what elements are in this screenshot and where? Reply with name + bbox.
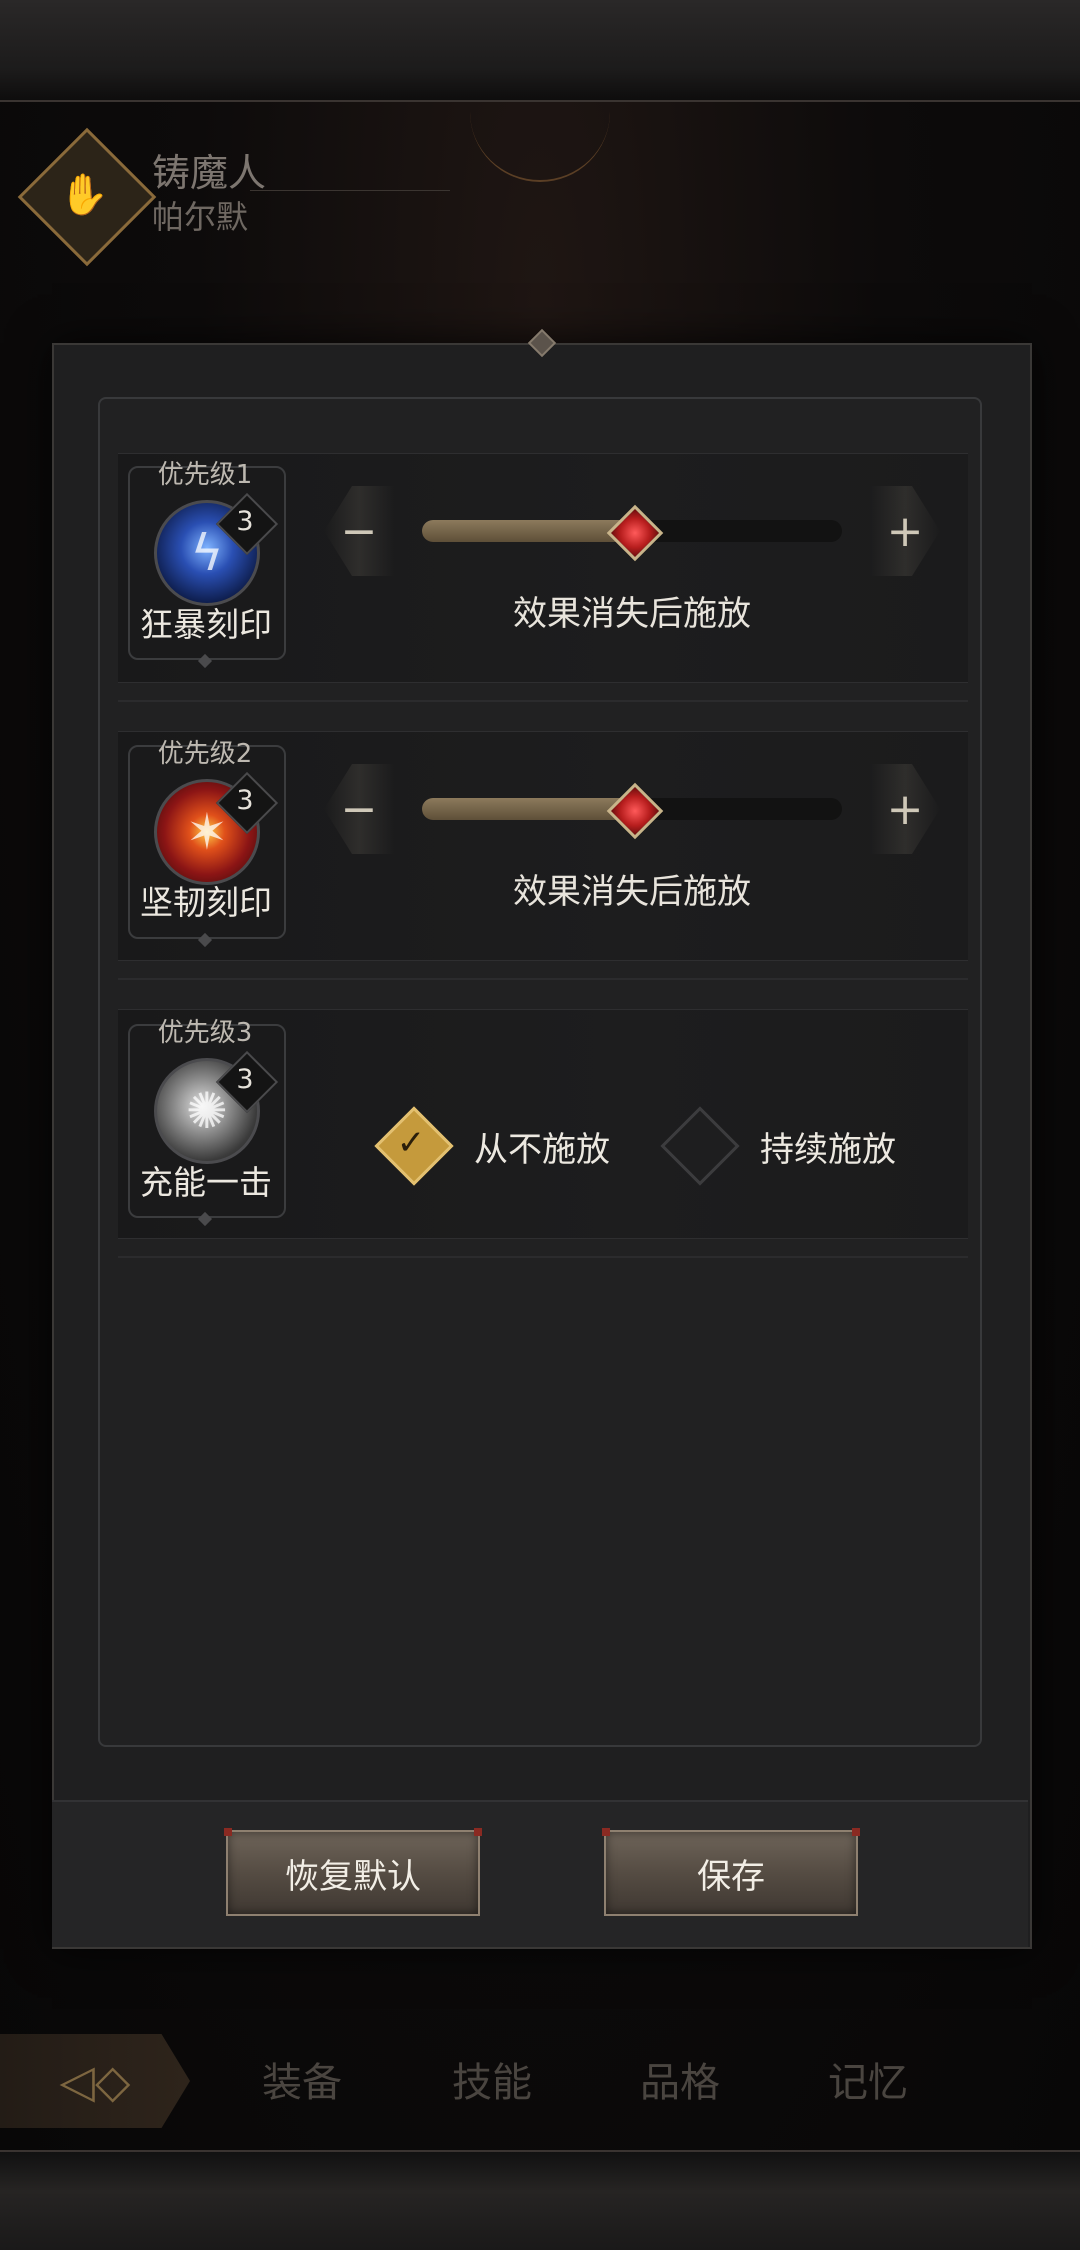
skill-name: 充能一击	[140, 1163, 272, 1202]
slider-fill	[422, 798, 632, 820]
dialog-footer	[52, 1800, 1028, 1947]
nav-tab-character[interactable]: 品格	[640, 2050, 720, 2108]
row-divider	[118, 978, 968, 980]
option-label[interactable]: 持续施放	[760, 1122, 896, 1171]
skill-level: 3	[236, 1064, 254, 1095]
skill-name: 坚韧刻印	[140, 883, 272, 922]
skill-level: 3	[236, 785, 254, 816]
reset-default-button[interactable]: 恢复默认	[224, 1828, 482, 1916]
cast-condition: 效果消失后施放	[513, 872, 751, 912]
character-name: 帕尔默	[152, 198, 249, 236]
cast-condition: 效果消失后施放	[513, 594, 751, 634]
save-button[interactable]: 保存	[602, 1828, 860, 1916]
priority-label: 优先级2	[157, 739, 253, 769]
back-arrow-icon: ◁◇	[59, 2054, 131, 2108]
back-button[interactable]: ◁◇	[0, 2034, 190, 2128]
priority-label: 优先级1	[157, 460, 253, 490]
checkmark-icon: ✓	[396, 1123, 426, 1163]
option-label[interactable]: 从不施放	[474, 1122, 610, 1171]
priority-label: 优先级3	[157, 1018, 253, 1048]
character-class: 铸魔人	[152, 151, 267, 195]
slider-fill	[422, 520, 632, 542]
plus-icon: +	[886, 783, 924, 835]
divider	[250, 190, 450, 191]
top-frame	[0, 0, 1080, 102]
plus-icon: +	[886, 505, 924, 557]
row-divider	[118, 1256, 968, 1258]
bottom-frame	[0, 2150, 1080, 2250]
skill-level: 3	[236, 506, 254, 537]
row-divider	[118, 700, 968, 702]
hand-icon: ✋	[59, 171, 109, 218]
bottom-nav: ◁◇ 装备 技能 品格 记忆	[0, 2028, 1080, 2138]
nav-tab-skills[interactable]: 技能	[452, 2050, 532, 2108]
nav-tab-equipment[interactable]: 装备	[262, 2050, 342, 2108]
minus-icon: −	[340, 783, 378, 835]
nav-tab-memory[interactable]: 记忆	[828, 2050, 908, 2108]
minus-icon: −	[340, 505, 378, 557]
skill-name: 狂暴刻印	[140, 605, 272, 644]
